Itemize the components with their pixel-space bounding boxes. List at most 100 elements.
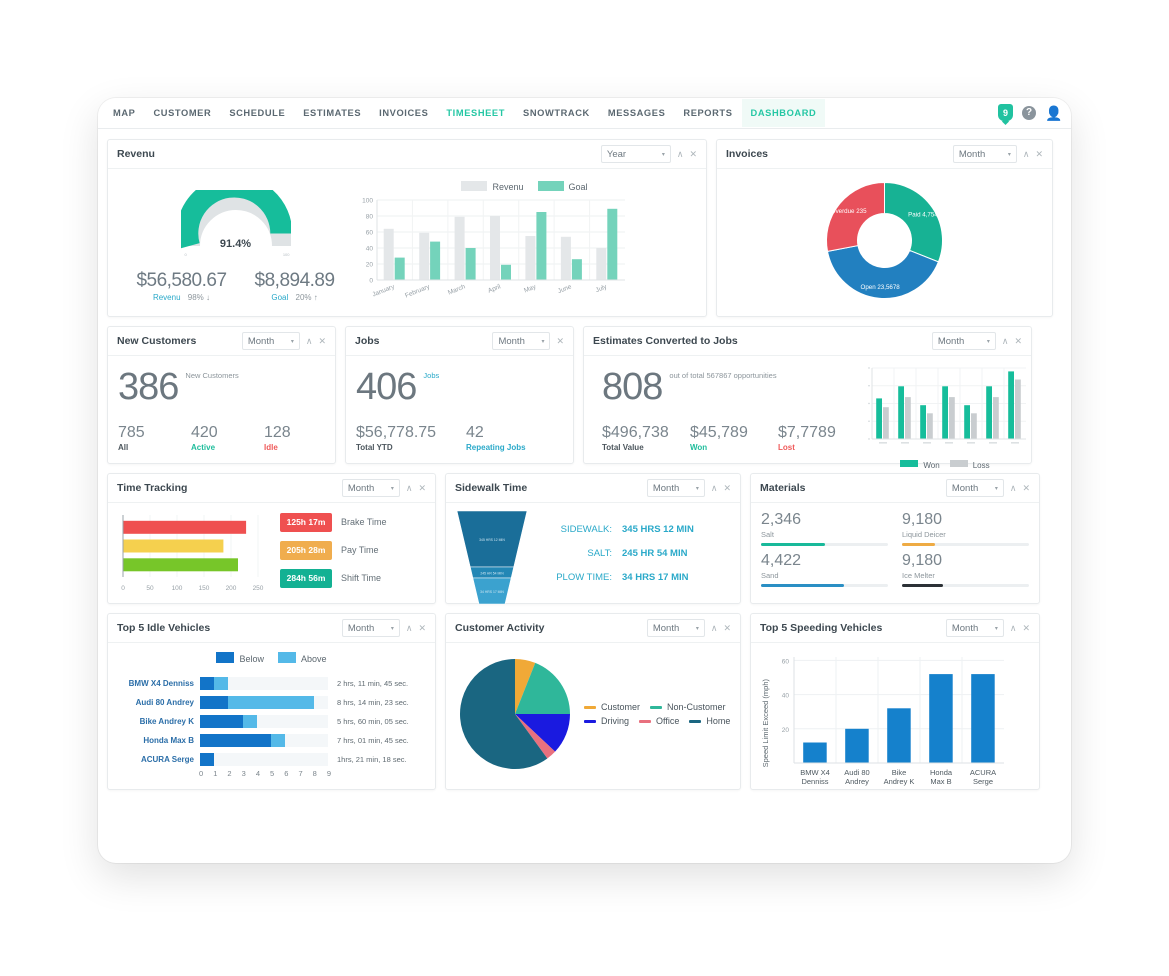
nav-item-reports[interactable]: REPORTS xyxy=(674,100,741,126)
nav-item-customer[interactable]: CUSTOMER xyxy=(144,100,220,126)
legend-swatch xyxy=(277,652,296,664)
stat-cell: $45,789 Won xyxy=(690,424,778,452)
collapse-icon[interactable]: ∧ xyxy=(406,623,413,633)
period-select-new-customers[interactable]: Month ▾ xyxy=(241,332,300,350)
dashboard-window: MAP CUSTOMER SCHEDULE ESTIMATES INVOICES TIME… xyxy=(98,98,1071,863)
notification-pin-icon[interactable]: 9 xyxy=(998,104,1013,121)
close-icon[interactable]: ✕ xyxy=(723,623,731,633)
panel-title: Jobs xyxy=(355,335,380,347)
period-select-sidewalk[interactable]: Month ▾ xyxy=(646,479,705,497)
panel-invoices: Invoices Month ▾ ∧ ✕ Paid 4,754 Open 23,5… xyxy=(716,139,1053,317)
period-select-speeding[interactable]: Month ▾ xyxy=(945,619,1004,637)
legend-swatch xyxy=(949,460,968,468)
svg-text:345 HRS 12 MIN: 345 HRS 12 MIN xyxy=(479,538,505,542)
material-item: 2,346 Salt xyxy=(761,511,888,546)
collapse-icon[interactable]: ∧ xyxy=(1023,149,1030,159)
material-value: 4,422 xyxy=(761,552,802,569)
svg-text:150: 150 xyxy=(199,585,210,592)
time-chip-label: Brake Time xyxy=(341,517,387,527)
axis-tick-label: 9 xyxy=(326,769,332,778)
speeding-bars-svg: 20 40 60 BMW X4Denniss Audi 80Andrey BikeAndr… xyxy=(782,657,1004,786)
svg-text:ACURA: ACURA xyxy=(970,768,996,777)
time-chip-value: 205h 28m xyxy=(280,540,332,560)
close-icon[interactable]: ✕ xyxy=(689,149,697,159)
period-select-idle-vehicles[interactable]: Month ▾ xyxy=(341,619,400,637)
svg-text:Andrey: Andrey xyxy=(845,777,869,786)
nav-item-map[interactable]: MAP xyxy=(104,100,144,126)
material-value: 9,180 xyxy=(902,511,943,528)
stat-cell: $56,778.75 Total YTD xyxy=(356,424,466,452)
vehicle-bar-below xyxy=(200,677,215,690)
nav-item-messages[interactable]: MESSAGES xyxy=(599,100,675,126)
nav-item-timesheet[interactable]: TIMESHEET xyxy=(437,100,514,126)
headline-value: 808 xyxy=(602,366,663,408)
collapse-icon[interactable]: ∧ xyxy=(711,623,718,633)
collapse-icon[interactable]: ∧ xyxy=(306,336,313,346)
collapse-icon[interactable]: ∧ xyxy=(1002,336,1009,346)
user-avatar-icon[interactable]: 👤 xyxy=(1045,106,1062,120)
panel-revenue: Revenu Year ▾ ∧ ✕ 0 100 91.4% $56,580.67… xyxy=(107,139,707,317)
svg-text:February: February xyxy=(404,283,431,300)
period-select-value: Month xyxy=(347,622,375,634)
legend-swatch xyxy=(461,180,488,191)
close-icon[interactable]: ✕ xyxy=(1022,483,1030,493)
period-select-materials[interactable]: Month ▾ xyxy=(945,479,1004,497)
vehicle-bar xyxy=(200,677,328,690)
panel-title: Invoices xyxy=(726,148,769,160)
period-select-estimates[interactable]: Month ▾ xyxy=(931,332,996,350)
period-select-revenue[interactable]: Year ▾ xyxy=(600,145,671,163)
revenue-metric-delta: 20% ↑ xyxy=(295,293,318,302)
svg-text:50: 50 xyxy=(146,585,154,592)
collapse-icon[interactable]: ∧ xyxy=(406,483,413,493)
close-icon[interactable]: ✕ xyxy=(1014,336,1022,346)
collapse-icon[interactable]: ∧ xyxy=(1010,623,1017,633)
help-icon[interactable]: ? xyxy=(1022,105,1036,120)
chevron-down-icon: ▾ xyxy=(994,485,998,492)
period-select-customer-activity[interactable]: Month ▾ xyxy=(646,619,705,637)
panel-customer-activity-body: Customer Non-Customer Driving Office Home xyxy=(446,643,740,789)
time-tracking-bar-chart: 0 50 100 150 200 250 xyxy=(118,511,268,598)
revenue-metric-key: Goal xyxy=(271,293,289,302)
close-icon[interactable]: ✕ xyxy=(556,336,564,346)
nav-item-schedule[interactable]: SCHEDULE xyxy=(220,100,294,126)
period-select-value: Year xyxy=(606,148,627,160)
legend-item: Office xyxy=(639,716,679,726)
svg-text:March: March xyxy=(447,283,467,296)
close-icon[interactable]: ✕ xyxy=(318,336,326,346)
chevron-down-icon: ▾ xyxy=(290,338,294,345)
material-value: 9,180 xyxy=(902,552,943,569)
nav-item-dashboard[interactable]: DASHBOARD xyxy=(741,99,826,127)
panel-title: Materials xyxy=(760,482,806,494)
nav-item-estimates[interactable]: ESTIMATES xyxy=(294,100,370,126)
collapse-icon[interactable]: ∧ xyxy=(677,149,684,159)
panel-revenue-header: Revenu Year ▾ ∧ ✕ xyxy=(108,140,706,169)
nav-item-invoices[interactable]: INVOICES xyxy=(370,100,437,126)
time-chip-value: 284h 56m xyxy=(280,568,332,588)
close-icon[interactable]: ✕ xyxy=(1035,149,1043,159)
collapse-icon[interactable]: ∧ xyxy=(1010,483,1017,493)
collapse-icon[interactable]: ∧ xyxy=(711,483,718,493)
close-icon[interactable]: ✕ xyxy=(418,623,426,633)
axis-tick-label: 0 xyxy=(199,769,204,778)
material-progress-bar xyxy=(761,543,888,546)
period-select-invoices[interactable]: Month ▾ xyxy=(952,145,1017,163)
period-select-time-tracking[interactable]: Month ▾ xyxy=(341,479,400,497)
time-chip-value: 125h 17m xyxy=(280,512,332,532)
vehicle-idle-time: 1hrs, 21 min, 18 sec. xyxy=(337,755,407,764)
panel-time-tracking-body: 0 50 100 150 200 250 125h 17m Brake Time 205h … xyxy=(108,503,435,606)
vehicle-idle-time: 7 hrs, 01 min, 45 sec. xyxy=(337,736,409,745)
close-icon[interactable]: ✕ xyxy=(723,483,731,493)
material-label: Liquid Deicer xyxy=(902,530,946,539)
vehicle-bar-below xyxy=(200,696,229,709)
legend-row: Customer Non-Customer xyxy=(584,702,730,712)
svg-text:0: 0 xyxy=(121,585,125,592)
headline-note: Jobs xyxy=(423,371,440,380)
nav-item-snowtrack[interactable]: SNOWTRACK xyxy=(514,100,599,126)
close-icon[interactable]: ✕ xyxy=(418,483,426,493)
legend-item: Customer xyxy=(584,702,640,712)
close-icon[interactable]: ✕ xyxy=(1022,623,1030,633)
period-select-jobs[interactable]: Month ▾ xyxy=(492,332,551,350)
revenue-metric-sub: Revenu 98% ↓ xyxy=(136,293,226,302)
nav-item-list: MAP CUSTOMER SCHEDULE ESTIMATES INVOICES TIME… xyxy=(104,99,826,127)
idle-vehicles-legend: Below Above xyxy=(118,649,425,667)
